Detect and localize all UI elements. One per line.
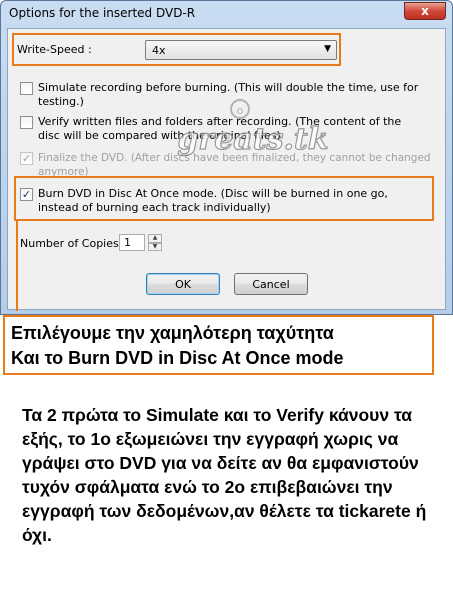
window-title: Options for the inserted DVD-R — [9, 6, 196, 20]
simulate-label: Simulate recording before burning. (This… — [38, 81, 419, 108]
callout-line-2: Και το Burn DVD in Disc At Once mode — [11, 348, 344, 368]
callout-box: Επιλέγουμε την χαμηλότερη ταχύτητα Και τ… — [3, 315, 434, 375]
cancel-button[interactable]: Cancel — [234, 273, 308, 295]
copies-stepper[interactable]: ▲ ▼ — [148, 234, 162, 251]
close-button[interactable]: x — [404, 2, 446, 20]
disc-at-once-checkbox[interactable]: ✓ — [20, 188, 33, 201]
stepper-down-icon[interactable]: ▼ — [148, 242, 162, 251]
simulate-checkbox[interactable] — [20, 82, 33, 95]
write-speed-select[interactable]: 4x ▼ — [145, 40, 337, 60]
verify-label: Verify written files and folders after r… — [38, 115, 402, 142]
finalize-label: Finalize the DVD. (After discs have been… — [38, 152, 431, 178]
copies-label: Number of Copies : — [20, 237, 126, 250]
title-bar[interactable]: Options for the inserted DVD-R x — [1, 1, 452, 25]
finalize-option: ✓ Finalize the DVD. (After discs have be… — [20, 151, 445, 179]
callout-line-1: Επιλέγουμε την χαμηλότερη ταχύτητα — [11, 323, 334, 343]
close-icon: x — [421, 4, 429, 18]
disc-at-once-label: Burn DVD in Disc At Once mode. (Disc wil… — [38, 187, 388, 214]
simulate-option[interactable]: Simulate recording before burning. (This… — [20, 81, 440, 109]
options-dialog: Options for the inserted DVD-R x Write-S… — [0, 0, 453, 315]
verify-option[interactable]: Verify written files and folders after r… — [20, 115, 420, 143]
dialog-content: Write-Speed : 4x ▼ Simulate recording be… — [7, 28, 446, 311]
explanation-text: Τα 2 πρώτα το Simulate και το Verify κάν… — [22, 405, 427, 545]
disc-at-once-option[interactable]: ✓ Burn DVD in Disc At Once mode. (Disc w… — [20, 187, 425, 215]
finalize-checkbox: ✓ — [20, 152, 33, 165]
callout-connector — [16, 221, 18, 311]
ok-button[interactable]: OK — [146, 273, 220, 295]
verify-checkbox[interactable] — [20, 116, 33, 129]
copies-input[interactable]: 1 — [119, 234, 145, 251]
write-speed-label: Write-Speed : — [17, 43, 92, 56]
stepper-up-icon[interactable]: ▲ — [148, 234, 162, 243]
chevron-down-icon: ▼ — [324, 44, 331, 54]
write-speed-value: 4x — [152, 44, 166, 57]
